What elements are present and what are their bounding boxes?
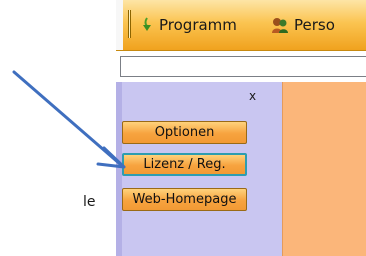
menu-programm[interactable]: Programm [140, 14, 237, 36]
toolbar: Programm Perso [116, 0, 366, 51]
arrow-down-icon [140, 17, 154, 33]
content-area [282, 82, 366, 256]
app-window: Programm Perso x Optionen Lizenz / Reg. … [116, 0, 366, 256]
partial-text: le [83, 194, 96, 210]
optionen-button[interactable]: Optionen [122, 121, 247, 144]
panel-close-button[interactable]: x [249, 89, 256, 103]
lizenz-reg-button[interactable]: Lizenz / Reg. [122, 153, 247, 176]
menu-programm-label: Programm [159, 16, 237, 34]
menu-perso-label: Perso [294, 16, 335, 34]
toolbar-edge [116, 0, 123, 50]
people-icon [271, 16, 289, 34]
address-field[interactable] [120, 56, 366, 77]
menu-perso[interactable]: Perso [271, 14, 335, 36]
web-homepage-button[interactable]: Web-Homepage [122, 188, 247, 211]
toolbar-grip[interactable] [128, 10, 131, 38]
